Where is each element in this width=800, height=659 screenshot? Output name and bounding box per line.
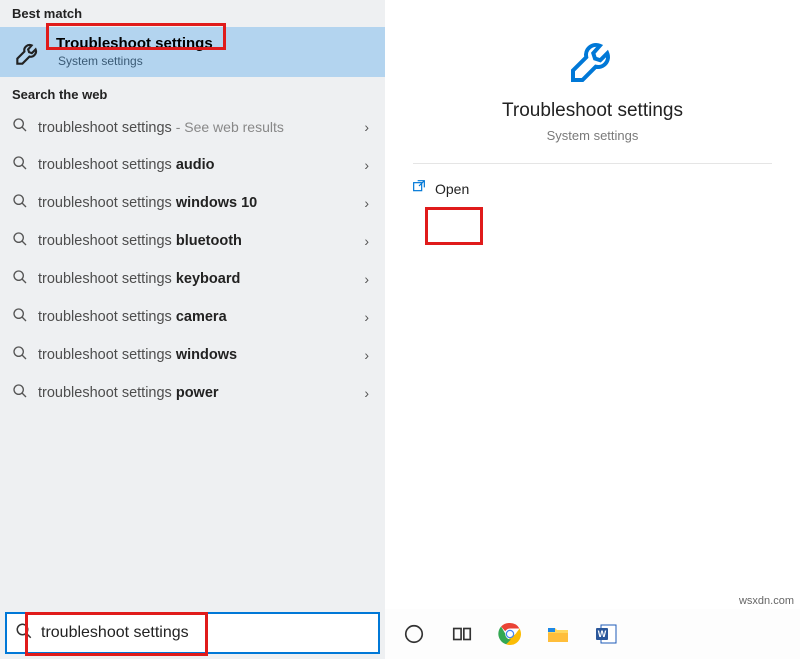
web-result-text: troubleshoot settings audio	[38, 157, 215, 173]
search-icon	[12, 269, 28, 289]
best-match-header: Best match	[0, 0, 385, 27]
search-results-panel: Best match Troubleshoot settings System …	[0, 0, 385, 659]
svg-text:W: W	[598, 629, 607, 639]
open-button[interactable]: Open	[393, 164, 800, 213]
chevron-right-icon[interactable]: ›	[364, 309, 373, 325]
chrome-icon[interactable]	[496, 620, 524, 648]
web-result-item[interactable]: troubleshoot settings audio ›	[0, 146, 385, 184]
best-match-subtitle: System settings	[56, 54, 213, 68]
preview-panel: Troubleshoot settings System settings Op…	[385, 0, 800, 659]
web-result-item[interactable]: troubleshoot settings camera ›	[0, 298, 385, 336]
search-web-header: Search the web	[0, 77, 385, 108]
search-icon	[12, 307, 28, 327]
chevron-right-icon[interactable]: ›	[364, 347, 373, 363]
search-icon	[12, 383, 28, 403]
web-result-item[interactable]: troubleshoot settings windows ›	[0, 336, 385, 374]
search-bar[interactable]	[5, 612, 380, 654]
web-result-item[interactable]: troubleshoot settings windows 10 ›	[0, 184, 385, 222]
cortana-icon[interactable]	[400, 620, 428, 648]
web-result-text: troubleshoot settings windows	[38, 347, 237, 363]
open-external-icon	[411, 178, 427, 199]
search-icon	[12, 117, 28, 137]
web-result-text: troubleshoot settings camera	[38, 309, 227, 325]
web-result-item[interactable]: troubleshoot settings keyboard ›	[0, 260, 385, 298]
web-results-list: troubleshoot settings - See web results ›…	[0, 108, 385, 412]
search-icon	[12, 345, 28, 365]
chevron-right-icon[interactable]: ›	[364, 271, 373, 287]
chevron-right-icon[interactable]: ›	[364, 195, 373, 211]
web-result-item[interactable]: troubleshoot settings bluetooth ›	[0, 222, 385, 260]
search-input[interactable]	[41, 624, 370, 642]
search-icon	[12, 193, 28, 213]
preview-title: Troubleshoot settings	[502, 100, 683, 122]
chevron-right-icon[interactable]: ›	[364, 119, 373, 135]
open-label: Open	[435, 181, 469, 197]
search-icon	[12, 155, 28, 175]
web-result-item[interactable]: troubleshoot settings - See web results ›	[0, 108, 385, 146]
wrench-icon	[563, 30, 623, 90]
search-icon	[15, 622, 33, 645]
web-result-text: troubleshoot settings - See web results	[38, 119, 284, 136]
web-result-text: troubleshoot settings windows 10	[38, 195, 257, 211]
wrench-icon	[12, 37, 44, 69]
task-view-icon[interactable]	[448, 620, 476, 648]
taskbar: W	[385, 609, 800, 659]
best-match-item[interactable]: Troubleshoot settings System settings	[0, 27, 385, 77]
web-result-text: troubleshoot settings power	[38, 385, 219, 401]
chevron-right-icon[interactable]: ›	[364, 385, 373, 401]
watermark: wsxdn.com	[739, 595, 794, 607]
web-result-text: troubleshoot settings keyboard	[38, 271, 240, 287]
word-icon[interactable]: W	[592, 620, 620, 648]
file-explorer-icon[interactable]	[544, 620, 572, 648]
chevron-right-icon[interactable]: ›	[364, 157, 373, 173]
chevron-right-icon[interactable]: ›	[364, 233, 373, 249]
best-match-text: Troubleshoot settings System settings	[56, 35, 213, 68]
preview-subtitle: System settings	[547, 128, 639, 143]
web-result-item[interactable]: troubleshoot settings power ›	[0, 374, 385, 412]
web-result-text: troubleshoot settings bluetooth	[38, 233, 242, 249]
search-icon	[12, 231, 28, 251]
best-match-title: Troubleshoot settings	[56, 35, 213, 52]
